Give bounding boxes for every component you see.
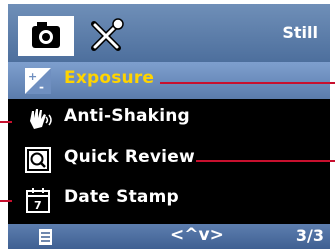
navigation-hint: <^v> [170,225,224,245]
svg-text:7: 7 [34,199,42,212]
menu-item-exposure[interactable]: + - Exposure [8,62,330,99]
callout-line-exposure [160,82,335,84]
svg-text:-: - [39,80,44,94]
menu-header: Still [8,4,330,62]
svg-text:+: + [28,70,37,83]
callout-line-anti-shaking [0,121,12,123]
tab-camera[interactable] [18,16,74,56]
menu-item-anti-shaking[interactable]: Anti-Shaking [8,100,330,137]
callout-line-quick-review [196,160,335,162]
menu-item-label: Anti-Shaking [64,106,190,126]
camera-menu-screen: Still + - Exposure Anti-Shaking Quick Re… [8,4,330,249]
menu-item-label: Quick Review [64,147,195,167]
anti-shake-hand-icon [24,105,52,133]
menu-item-date-stamp[interactable]: 7 Date Stamp [8,181,330,218]
menu-item-label: Date Stamp [64,187,179,207]
menu-footer: <^v> 3/3 [8,224,330,249]
exposure-icon: + - [24,67,52,95]
tools-icon [91,18,124,51]
callout-line-date-stamp [0,200,12,202]
menu-doc-icon [36,227,56,247]
mode-label: Still [282,23,318,42]
calendar-icon: 7 [24,186,52,214]
camera-icon [32,22,60,48]
menu-item-label: Exposure [64,68,155,88]
quick-review-icon [24,146,52,174]
page-indicator: 3/3 [295,226,324,245]
tab-settings[interactable] [80,14,134,56]
